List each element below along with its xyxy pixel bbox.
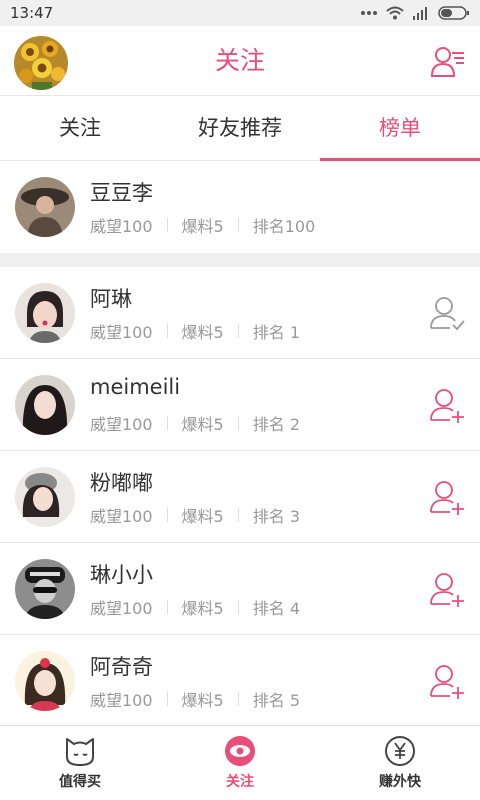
divider: [237, 692, 239, 706]
rank-value: 排名 2: [252, 415, 301, 434]
user-stats: 威望100 爆料5 排名 3: [90, 503, 300, 527]
my-avatar: [15, 177, 75, 237]
rank-value: 排名 3: [252, 507, 301, 526]
list-item[interactable]: 阿琳 威望100 爆料5 排名 1: [0, 267, 480, 359]
tips-count: 爆料5: [181, 507, 224, 526]
rank-value: 排名 1: [252, 323, 301, 342]
ranking-list: 阿琳 威望100 爆料5 排名 1 meimeili 威望100 爆料5 排名 …: [0, 267, 480, 727]
divider: [237, 600, 239, 614]
followed-check-icon[interactable]: [428, 294, 466, 332]
wifi-icon: [386, 6, 404, 20]
divider: [237, 324, 239, 338]
user-stats: 威望100 爆料5 排名 4: [90, 595, 300, 619]
user-avatar: [15, 283, 75, 343]
list-item[interactable]: 粉嘟嘟 威望100 爆料5 排名 3: [0, 451, 480, 543]
user-name: 阿奇奇: [90, 655, 153, 679]
user-name: meimeili: [90, 375, 181, 399]
nav-label: 关注: [226, 774, 254, 790]
app-header: 关注: [0, 26, 480, 96]
more-dots-icon: [361, 11, 377, 15]
divider: [237, 508, 239, 522]
my-stats: 威望100 爆料5 排名100: [90, 213, 315, 237]
prestige-value: 威望100: [90, 691, 153, 710]
prestige-value: 威望100: [90, 415, 153, 434]
user-list-icon[interactable]: [430, 44, 466, 80]
tips-count: 爆料5: [181, 415, 224, 434]
divider: [237, 416, 239, 430]
eye-icon: [225, 736, 255, 766]
list-item[interactable]: 阿奇奇 威望100 爆料5 排名 5: [0, 635, 480, 727]
tips-count: 爆料5: [181, 599, 224, 618]
divider: [166, 692, 168, 706]
divider: [166, 324, 168, 338]
rank-value: 排名 5: [252, 691, 301, 710]
add-follow-icon[interactable]: [428, 478, 466, 516]
user-name: 阿琳: [90, 287, 132, 311]
tab-bar: 关注 好友推荐 榜单: [0, 97, 480, 161]
yuan-coin-icon: [385, 736, 415, 766]
prestige-value: 威望100: [90, 323, 153, 342]
prestige-value: 威望100: [90, 217, 153, 236]
rank-value: 排名100: [252, 217, 316, 236]
add-follow-icon[interactable]: [428, 662, 466, 700]
tab-following[interactable]: 关注: [0, 97, 160, 160]
user-avatar: [15, 559, 75, 619]
prestige-value: 威望100: [90, 507, 153, 526]
my-name: 豆豆李: [90, 181, 153, 205]
divider: [166, 600, 168, 614]
list-item[interactable]: 琳小小 威望100 爆料5 排名 4: [0, 543, 480, 635]
nav-label: 值得买: [59, 774, 101, 790]
status-bar: 13:47: [0, 0, 480, 26]
tips-count: 爆料5: [181, 323, 224, 342]
bottom-nav: 值得买 关注 赚外快: [0, 725, 480, 800]
divider: [166, 218, 168, 232]
nav-following[interactable]: 关注: [160, 726, 320, 800]
divider: [166, 508, 168, 522]
user-avatar: [15, 375, 75, 435]
page-title: 关注: [214, 46, 265, 75]
status-time: 13:47: [10, 4, 54, 22]
tips-count: 爆料5: [181, 217, 224, 236]
user-stats: 威望100 爆料5 排名 2: [90, 411, 300, 435]
battery-icon: [438, 6, 469, 20]
status-icons: [360, 6, 470, 20]
user-avatar: [15, 651, 75, 711]
user-stats: 威望100 爆料5 排名 5: [90, 687, 300, 711]
nav-label: 赚外快: [379, 774, 421, 790]
section-gap: [0, 253, 480, 267]
user-name: 粉嘟嘟: [90, 471, 153, 495]
signal-icon: [413, 7, 427, 20]
user-stats: 威望100 爆料5 排名 1: [90, 319, 300, 343]
list-item[interactable]: meimeili 威望100 爆料5 排名 2: [0, 359, 480, 451]
nav-worth-buying[interactable]: 值得买: [0, 726, 160, 800]
tab-friend-recommend[interactable]: 好友推荐: [160, 97, 320, 160]
user-name: 琳小小: [90, 563, 153, 587]
rank-value: 排名 4: [252, 599, 301, 618]
divider: [237, 218, 239, 232]
cat-face-icon: [66, 738, 94, 766]
tab-leaderboard[interactable]: 榜单: [320, 97, 480, 161]
tips-count: 爆料5: [181, 691, 224, 710]
add-follow-icon[interactable]: [428, 386, 466, 424]
user-avatar: [15, 467, 75, 527]
nav-earn-extra[interactable]: 赚外快: [320, 726, 480, 800]
my-rank-row[interactable]: 豆豆李 威望100 爆料5 排名100: [0, 161, 480, 253]
add-follow-icon[interactable]: [428, 570, 466, 608]
prestige-value: 威望100: [90, 599, 153, 618]
divider: [166, 416, 168, 430]
